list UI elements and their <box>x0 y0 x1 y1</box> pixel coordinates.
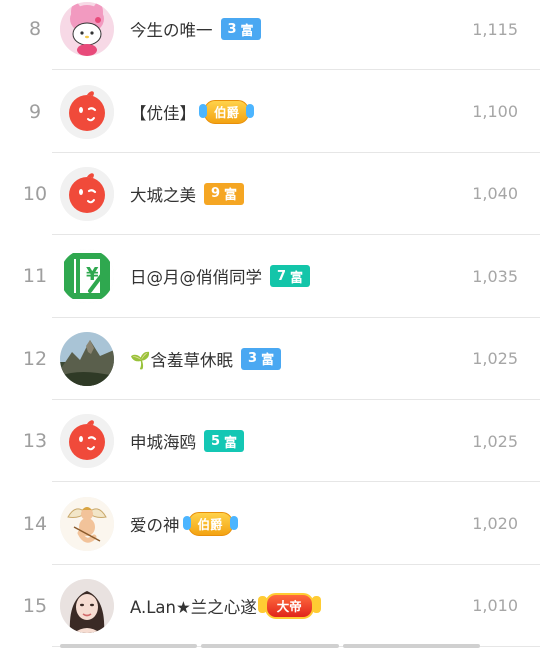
rank-number: 12 <box>22 347 48 370</box>
rank-number: 11 <box>22 265 48 288</box>
user-name[interactable]: 【优佳】 <box>130 100 196 124</box>
avatar[interactable] <box>60 496 114 551</box>
rank-number: 10 <box>22 182 48 205</box>
user-name[interactable]: 申城海鸥 <box>130 429 196 453</box>
wealth-level-badge: 7 富 <box>270 265 311 288</box>
user-name[interactable]: 🌱含羞草休眠 <box>130 347 233 371</box>
green-yen-logo-icon: ¥ <box>60 249 114 304</box>
bottom-tab-strip <box>60 644 480 648</box>
user-name[interactable]: 爱の神 <box>130 512 180 536</box>
default-red-face-icon <box>60 414 114 469</box>
rank-number: 14 <box>22 512 48 535</box>
badge-label: 富 <box>290 270 304 286</box>
wealth-level-badge: 5 富 <box>204 430 245 453</box>
leaderboard-row[interactable]: 10 大城之美 9 富 1,040 <box>0 153 540 236</box>
noble-title-badge: 伯爵 <box>198 99 255 124</box>
score-value: 1,025 <box>472 431 518 451</box>
badge-level-number: 9 <box>211 186 221 202</box>
rank-number: 9 <box>28 100 42 123</box>
melody-character-icon <box>60 2 114 57</box>
avatar[interactable] <box>60 331 114 386</box>
avatar[interactable] <box>60 166 114 221</box>
tab-strip-segment <box>201 644 339 648</box>
badge-level-number: 3 <box>248 351 258 367</box>
avatar[interactable] <box>60 578 114 633</box>
leaderboard-row[interactable]: 9 【优佳】 伯爵 1,100 <box>0 70 540 154</box>
badge-level-number: 3 <box>227 21 237 37</box>
avatar[interactable] <box>60 2 114 57</box>
tab-strip-segment <box>60 644 198 648</box>
leaderboard-row[interactable]: 13 申城海鸥 5 富 1,025 <box>0 400 540 483</box>
user-name[interactable]: A.Lan★兰之心遂 <box>130 594 257 618</box>
badge-label: 富 <box>224 435 238 451</box>
user-name[interactable]: 大城之美 <box>130 182 196 206</box>
default-red-face-icon <box>60 84 114 139</box>
score-value: 1,035 <box>472 266 518 286</box>
rank-number: 15 <box>22 594 48 617</box>
avatar[interactable] <box>60 84 114 139</box>
badge-label: 富 <box>224 188 238 204</box>
default-red-face-icon <box>60 166 114 221</box>
leaderboard-list: 8 今生の唯一 3 富 1,115 9 【优佳】 伯爵 1,100 10 大城之… <box>0 0 540 648</box>
score-value: 1,020 <box>472 514 518 534</box>
score-value: 1,040 <box>472 184 518 204</box>
user-name[interactable]: 日@月@俏俏同学 <box>130 264 262 288</box>
leaderboard-row[interactable]: 14 爱の神 伯爵 1,020 <box>0 482 540 566</box>
tab-strip-segment <box>342 644 480 648</box>
user-name[interactable]: 今生の唯一 <box>130 17 213 41</box>
avatar[interactable] <box>60 414 114 469</box>
leaderboard-row[interactable]: 15 A.Lan★兰之心遂 大帝 1,010 <box>0 565 540 648</box>
leaderboard-row[interactable]: 8 今生の唯一 3 富 1,115 <box>0 0 540 71</box>
score-value: 1,115 <box>472 19 518 39</box>
badge-label: 富 <box>240 23 254 39</box>
noble-title-badge: 伯爵 <box>182 511 238 536</box>
mountain-photo-icon <box>60 331 114 386</box>
wealth-level-badge: 3 富 <box>220 18 261 41</box>
score-value: 1,100 <box>472 102 518 122</box>
badge-level-number: 5 <box>211 433 221 449</box>
leaderboard-row[interactable]: 12 🌱含羞草休眠 3 富 1,025 <box>0 318 540 401</box>
score-value: 1,010 <box>472 596 518 616</box>
rank-number: 8 <box>28 18 42 41</box>
wealth-level-badge: 9 富 <box>204 182 245 205</box>
wealth-level-badge: 3 富 <box>241 347 282 370</box>
badge-label: 富 <box>261 353 275 369</box>
badge-level-number: 7 <box>277 268 287 284</box>
rank-number: 13 <box>22 430 48 453</box>
leaderboard-row[interactable]: 11 ¥ 日@月@俏俏同学 7 富 1,035 <box>0 235 540 318</box>
cupid-icon <box>60 496 114 551</box>
emperor-title-badge: 大帝 <box>257 592 321 619</box>
woman-portrait-icon <box>60 578 114 633</box>
score-value: 1,025 <box>472 349 518 369</box>
avatar[interactable]: ¥ <box>60 249 114 304</box>
